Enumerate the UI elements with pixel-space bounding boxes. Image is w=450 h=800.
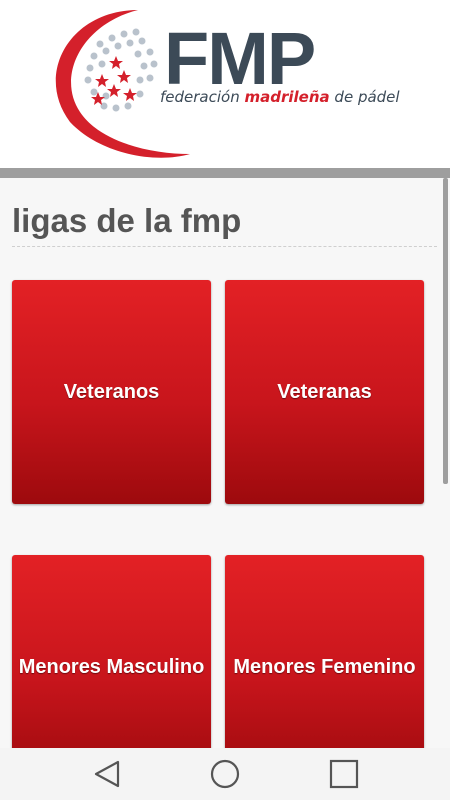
logo-acronym: FMP [164, 17, 316, 100]
title-divider [12, 246, 437, 247]
logo-tagline-accent: madrileña [244, 88, 330, 106]
home-icon[interactable] [205, 756, 245, 792]
scrollbar-thumb[interactable] [443, 178, 448, 484]
leagues-content[interactable]: ligas de la fmp Veteranos Veteranas Meno… [0, 178, 450, 748]
recents-icon[interactable] [324, 756, 364, 792]
page-title: ligas de la fmp [12, 202, 242, 239]
league-button-menores-femenino[interactable]: Menores Femenino [225, 555, 424, 748]
logo-tagline-part1: federación [160, 88, 245, 106]
league-button-veteranos[interactable]: Veteranos [12, 280, 211, 504]
league-button-menores-masculino[interactable]: Menores Masculino [12, 555, 211, 748]
back-icon[interactable] [88, 756, 128, 792]
android-navigation-bar [0, 748, 450, 800]
logo-tagline: federación madrileña de pádel [160, 88, 400, 106]
logo-tagline-part2: de pádel [329, 88, 400, 106]
fmp-logo: FMP federación madrileña de pádel [40, 4, 410, 164]
header-divider [0, 168, 450, 178]
app-header: FMP federación madrileña de pádel [0, 0, 450, 168]
league-button-veteranas[interactable]: Veteranas [225, 280, 424, 504]
